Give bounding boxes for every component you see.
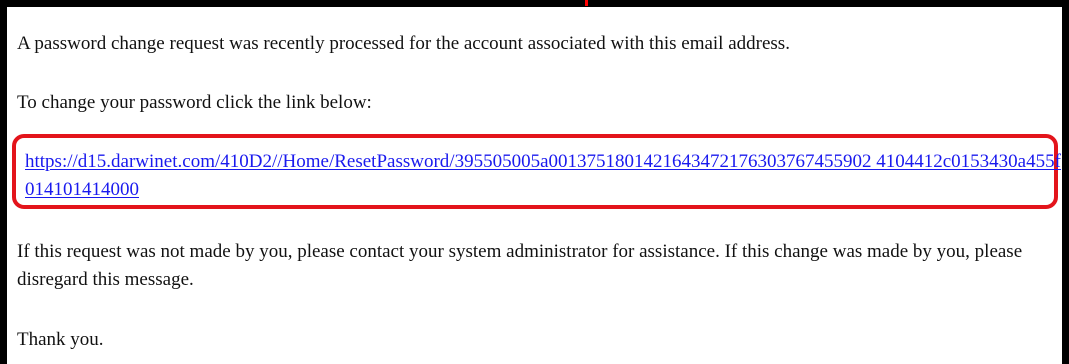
message-closing: Thank you. — [17, 329, 104, 350]
email-body: A password change request was recently p… — [7, 7, 1062, 364]
reset-password-link[interactable]: https://d15.darwinet.com/410D2//Home/Res… — [25, 148, 1065, 204]
link-highlight-box: https://d15.darwinet.com/410D2//Home/Res… — [12, 134, 1061, 209]
screenshot-frame: A password change request was recently p… — [0, 0, 1069, 364]
message-paragraph-disclaimer: If this request was not made by you, ple… — [17, 241, 1023, 290]
message-paragraph-intro: A password change request was recently p… — [17, 33, 790, 54]
message-paragraph-instructions: To change your password click the link b… — [17, 92, 372, 113]
highlight-annotation-mark — [585, 0, 588, 6]
